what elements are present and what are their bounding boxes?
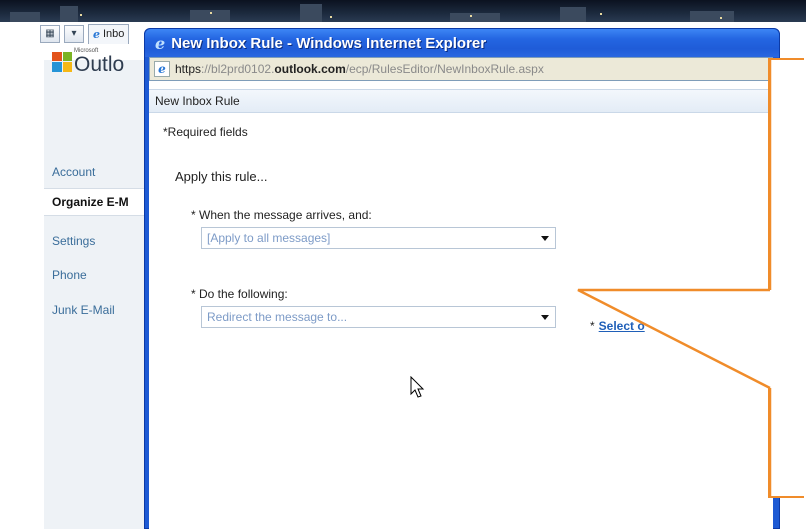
browser-toolbar: ▦ ▾ e Inbo <box>40 22 160 46</box>
new-inbox-rule-window: e New Inbox Rule - Windows Internet Expl… <box>144 28 780 529</box>
select-link-text: Select o <box>598 319 645 333</box>
required-star: * <box>590 319 595 333</box>
left-navigation-column <box>44 60 148 529</box>
select-recipient-link[interactable]: * Select o <box>590 319 645 333</box>
ie-icon: e <box>155 33 166 53</box>
mouse-cursor-icon <box>410 376 425 398</box>
page-icon: e <box>154 61 170 77</box>
office-logo-icon <box>52 51 72 72</box>
required-fields-note: *Required fields <box>163 125 248 139</box>
page-title: New Inbox Rule <box>149 89 773 113</box>
apply-rule-heading: Apply this rule... <box>175 169 268 184</box>
nav-item-phone[interactable]: Phone <box>52 268 87 282</box>
ie-icon: e <box>93 28 100 41</box>
nav-item-junk-email[interactable]: Junk E-Mail <box>52 303 115 317</box>
action-dropdown-value: Redirect the message to... <box>207 310 348 324</box>
do-the-following-label: * Do the following: <box>191 287 288 301</box>
address-bar[interactable]: e https://bl2prd0102.outlook.com/ecp/Rul… <box>149 57 773 81</box>
when-message-arrives-label: * When the message arrives, and: <box>191 208 372 222</box>
callout-box <box>768 58 804 498</box>
nav-item-organize-email[interactable]: Organize E-M <box>44 188 154 216</box>
condition-dropdown[interactable]: [Apply to all messages] <box>201 227 556 249</box>
url-text: https://bl2prd0102.outlook.com/ecp/Rules… <box>175 62 544 76</box>
window-title: New Inbox Rule - Windows Internet Explor… <box>171 34 487 52</box>
chevron-down-icon <box>541 315 549 320</box>
window-titlebar[interactable]: e New Inbox Rule - Windows Internet Expl… <box>145 29 779 57</box>
quick-tabs-button[interactable]: ▦ <box>40 25 60 43</box>
outlook-logo: Microsoft Outlo <box>52 48 124 75</box>
city-banner <box>0 0 806 22</box>
browser-tab-label: Inbo <box>103 28 125 40</box>
browser-tab[interactable]: e Inbo <box>88 24 130 44</box>
action-dropdown[interactable]: Redirect the message to... <box>201 306 556 328</box>
nav-item-account[interactable]: Account <box>52 165 95 179</box>
nav-item-settings[interactable]: Settings <box>52 234 95 248</box>
logo-product-text: Outlo <box>74 53 125 76</box>
tab-list-dropdown[interactable]: ▾ <box>64 25 84 43</box>
chevron-down-icon <box>541 236 549 241</box>
condition-dropdown-value: [Apply to all messages] <box>207 231 331 245</box>
rule-editor-content: New Inbox Rule *Required fields Apply th… <box>149 81 773 529</box>
